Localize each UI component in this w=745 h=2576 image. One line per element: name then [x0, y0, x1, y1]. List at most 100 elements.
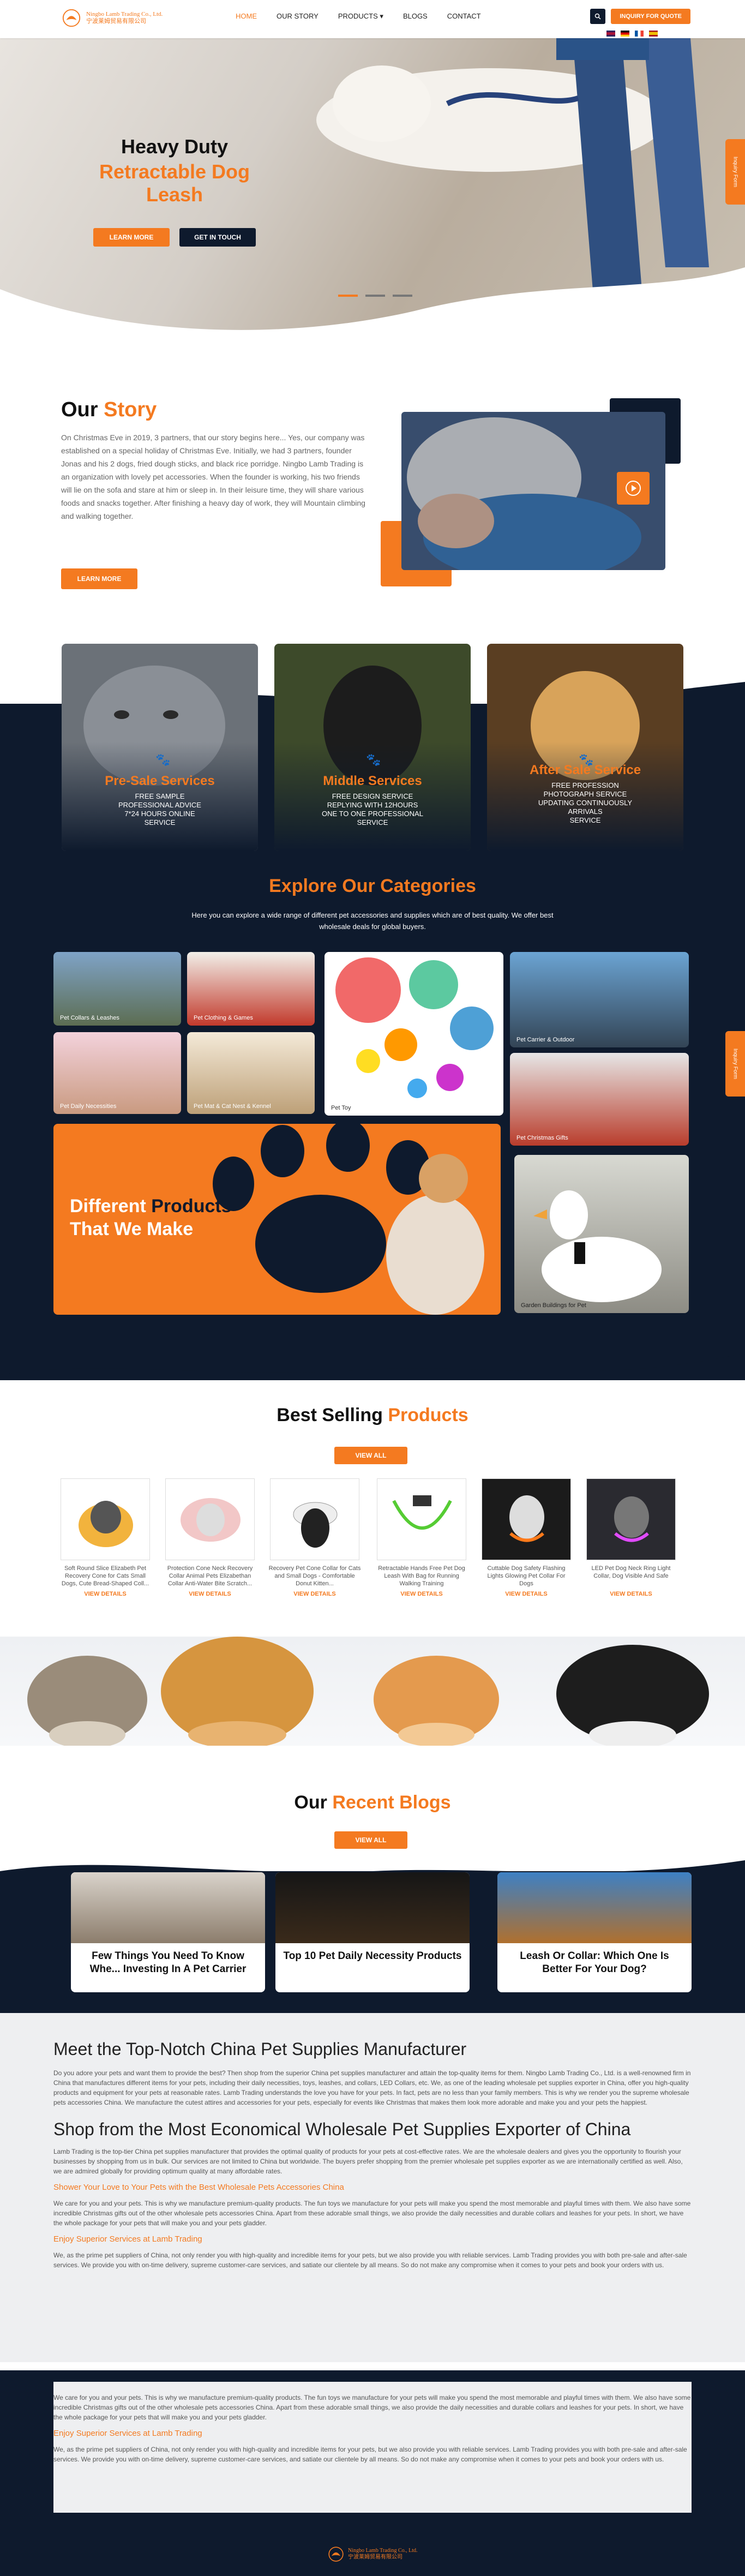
logo-text-cn: 宁波莱姆贸易有限公司 [86, 18, 146, 25]
product-view-details[interactable]: VIEW DETAILS [59, 1591, 152, 1597]
nav-home[interactable]: HOME [236, 12, 257, 21]
category-mat-nest-kennel[interactable]: Pet Mat & Cat Nest & Kennel [187, 1032, 315, 1114]
service-line: PHOTOGRAPH SERVICE [543, 790, 627, 798]
flag-uk-icon[interactable] [606, 31, 615, 37]
product-view-details[interactable]: VIEW DETAILS [164, 1591, 256, 1597]
nav-products-label: PRODUCTS [338, 12, 378, 20]
service-line: REPLYING WITH 12HOURS [327, 801, 418, 809]
story-video[interactable] [381, 398, 681, 586]
nav-blogs[interactable]: BLOGS [403, 12, 428, 21]
service-line: PROFESSIONAL ADVICE [118, 801, 201, 809]
after-sale-service-card[interactable]: 🐾 After Sale Service FREE PROFESSION PHO… [487, 644, 683, 851]
service-line: SERVICE [357, 818, 388, 826]
different-products-banner[interactable]: Different Products That We Make [53, 1124, 501, 1315]
slider-dot[interactable] [338, 295, 358, 297]
product-card[interactable]: Cuttable Dog Safety Flashing Lights Glow… [480, 1478, 573, 1597]
site-logo[interactable]: Ningbo Lamb Trading Co., Ltd. 宁波莱姆贸易有限公司 [61, 5, 170, 31]
product-image [270, 1478, 359, 1560]
hero-title-line2: Retractable Dog Leash [99, 160, 250, 206]
search-icon [595, 13, 601, 20]
blog-card[interactable]: Leash Or Collar: Which One Is Better For… [497, 1872, 692, 1992]
blog-title: Top 10 Pet Daily Necessity Products [283, 1950, 462, 1962]
category-label: Pet Collars & Leashes [60, 1015, 119, 1021]
seo-section: Meet the Top-Notch China Pet Supplies Ma… [0, 2013, 745, 2362]
product-card[interactable]: Soft Round Slice Elizabeth Pet Recovery … [59, 1478, 152, 1597]
product-view-details[interactable]: VIEW DETAILS [585, 1591, 677, 1597]
best-selling-title: Best Selling Products [0, 1405, 745, 1426]
flag-es-icon[interactable] [649, 31, 658, 37]
story-learn-more-button[interactable]: LEARN MORE [61, 568, 137, 589]
nav-contact[interactable]: CONTACT [447, 12, 481, 21]
product-card[interactable]: Protection Cone Neck Recovery Collar Ani… [164, 1478, 256, 1597]
blog-title: Leash Or Collar: Which One Is Better For… [520, 1950, 669, 1975]
category-christmas-gifts[interactable]: Pet Christmas Gifts [510, 1053, 689, 1146]
flag-de-icon[interactable] [621, 31, 629, 37]
slider-dots [338, 295, 412, 297]
site-header: Ningbo Lamb Trading Co., Ltd. 宁波莱姆贸易有限公司 … [0, 0, 745, 38]
different-products-title: Different Products That We Make [70, 1195, 232, 1241]
slider-dot[interactable] [393, 295, 412, 297]
flag-fr-icon[interactable] [635, 31, 644, 37]
category-pet-toy[interactable]: Pet Toy [325, 952, 503, 1116]
best-selling-title-accent: Products [388, 1405, 468, 1425]
inquiry-form-side-tab[interactable]: Inquiry Form [725, 139, 745, 205]
products-word: Products [146, 1196, 232, 1217]
middle-service-card[interactable]: 🐾 Middle Services FREE DESIGN SERVICE RE… [274, 644, 471, 851]
hero-learn-more-button[interactable]: LEARN MORE [93, 228, 170, 247]
seo-paragraph: We care for you and your pets. This is w… [53, 2394, 691, 2421]
category-garden-buildings[interactable]: Garden Buildings for Pet [514, 1155, 689, 1313]
product-image [377, 1478, 466, 1560]
product-view-details[interactable]: VIEW DETAILS [375, 1591, 468, 1597]
best-selling-view-all-button[interactable]: VIEW ALL [334, 1447, 407, 1464]
service-title: Middle Services [323, 774, 422, 788]
blogs-title-main: Our [294, 1792, 327, 1813]
main-nav: HOME OUR STORY PRODUCTS ▾ BLOGS CONTACT [236, 12, 481, 21]
blogs-view-all-button[interactable]: VIEW ALL [334, 1831, 407, 1849]
pre-sale-service-card[interactable]: 🐾 Pre-Sale Services FREE SAMPLE PROFESSI… [62, 644, 258, 851]
category-carrier-outdoor[interactable]: Pet Carrier & Outdoor [510, 952, 689, 1047]
product-view-details[interactable]: VIEW DETAILS [268, 1591, 361, 1597]
seo-paragraph: We, as the prime pet suppliers of China,… [53, 2446, 687, 2463]
footer-logo-text-en: Ningbo Lamb Trading Co., Ltd. [348, 2548, 418, 2554]
category-label: Pet Toy [331, 1105, 351, 1111]
category-label: Pet Daily Necessities [60, 1103, 117, 1110]
product-card[interactable]: Retractable Hands Free Pet Dog Leash Wit… [375, 1478, 468, 1597]
different-line2: That We Make [70, 1219, 194, 1239]
play-icon [626, 481, 641, 496]
play-button[interactable] [617, 472, 650, 505]
service-line: 7*24 HOURS ONLINE [124, 810, 195, 818]
slider-dot[interactable] [365, 295, 385, 297]
product-card[interactable]: Recovery Pet Cone Collar for Cats and Sm… [268, 1478, 361, 1597]
nav-products[interactable]: PRODUCTS ▾ [338, 12, 383, 21]
product-name: LED Pet Dog Neck Ring Light Collar, Dog … [591, 1565, 671, 1579]
our-story-section: Our Story On Christmas Eve in 2019, 3 pa… [0, 349, 745, 622]
hero-slider: Heavy Duty Retractable Dog Leash LEARN M… [0, 38, 745, 336]
inquiry-quote-button[interactable]: INQUIRY FOR QUOTE [611, 9, 690, 24]
product-card[interactable]: LED Pet Dog Neck Ring Light Collar, Dog … [585, 1478, 677, 1597]
product-name: Recovery Pet Cone Collar for Cats and Sm… [268, 1565, 361, 1587]
blog-card[interactable]: Few Things You Need To Know Whe... Inves… [71, 1872, 265, 1992]
category-label: Pet Mat & Cat Nest & Kennel [194, 1103, 271, 1110]
category-daily-necessities[interactable]: Pet Daily Necessities [53, 1032, 181, 1114]
service-title: After Sale Service [529, 763, 641, 777]
blog-image [71, 1872, 265, 1943]
duck-photo-image [533, 1190, 662, 1302]
pet-toys-image [335, 957, 494, 1098]
best-selling-title-main: Best Selling [277, 1405, 383, 1425]
blog-card[interactable]: Top 10 Pet Daily Necessity Products [275, 1872, 470, 1992]
nav-our-story[interactable]: OUR STORY [277, 12, 319, 21]
inquiry-form-side-tab-2[interactable]: Inquiry Form [725, 1031, 745, 1097]
seo-heading-1: Meet the Top-Notch China Pet Supplies Ma… [53, 2039, 467, 2059]
footer-logo[interactable]: Ningbo Lamb Trading Co., Ltd. 宁波莱姆贸易有限公司 [327, 2542, 420, 2566]
story-title-our: Our [61, 398, 98, 421]
product-view-details[interactable]: VIEW DETAILS [480, 1591, 573, 1597]
category-label: Pet Clothing & Games [194, 1015, 253, 1021]
lamb-logo-icon [62, 9, 81, 27]
category-collars-leashes[interactable]: Pet Collars & Leashes [53, 952, 181, 1026]
category-clothing-games[interactable]: Pet Clothing & Games [187, 952, 315, 1026]
hero-get-in-touch-button[interactable]: GET IN TOUCH [179, 228, 256, 247]
different-line1: Different Products [70, 1195, 232, 1218]
seo-paragraph: We care for you and your pets. This is w… [53, 2200, 691, 2227]
navy-wave-bottom [0, 1342, 745, 1375]
search-button[interactable] [590, 9, 606, 24]
